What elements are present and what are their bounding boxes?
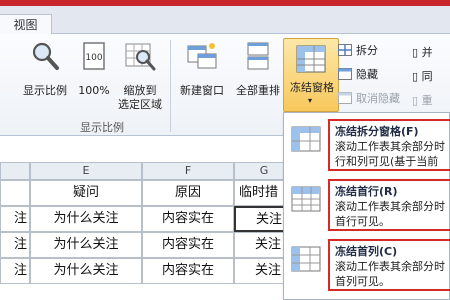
- magnifier-icon: [32, 42, 59, 70]
- zoom-selection-label-2: 选定区域: [118, 98, 162, 111]
- split-button[interactable]: 拆分: [338, 44, 378, 58]
- arrange-all-label: 全部重排: [236, 84, 280, 97]
- freeze-panes-label: 冻结窗格: [290, 81, 334, 94]
- unhide-icon: [338, 92, 352, 104]
- hide-icon: [338, 68, 352, 80]
- column-header-f[interactable]: F: [142, 162, 234, 180]
- menu-item-desc: 滚动工作表其余部分时 首行可见。: [335, 199, 450, 229]
- arrange-all-button[interactable]: 全部重排: [232, 40, 284, 98]
- menu-item-desc-line: 滚动工作表其余部分时: [335, 140, 445, 153]
- zoom-100-label: 100%: [78, 84, 110, 97]
- column-header-e[interactable]: E: [30, 162, 142, 180]
- table-cell[interactable]: 为什么关注: [30, 232, 142, 258]
- chevron-down-icon: ▾: [308, 96, 313, 105]
- ribbon-group-label: 显示比例: [80, 121, 124, 134]
- arrange-all-icon: [247, 42, 269, 70]
- menu-item-desc-line: 首列可见。: [335, 275, 390, 288]
- menu-item-desc-line: 滚动工作表其余部分时: [335, 260, 445, 273]
- menu-item-freeze-top-row[interactable]: 冻结首行(R) 滚动工作表其余部分时 首行可见。: [284, 175, 450, 233]
- table-cell[interactable]: 注: [0, 258, 30, 284]
- table-header-cell[interactable]: 原因: [142, 180, 234, 206]
- side-by-side-button[interactable]: ▯ 并: [412, 44, 433, 60]
- menu-item-desc-line: 行和列可见(基于当前: [335, 155, 439, 168]
- zoom-to-selection-button[interactable]: 缩放到 选定区域: [114, 40, 166, 112]
- unhide-button[interactable]: 取消隐藏: [338, 92, 400, 106]
- sync-scroll-label: 同: [421, 70, 433, 83]
- ribbon-tab-strip: 视图: [0, 6, 450, 36]
- table-cell[interactable]: 为什么关注: [30, 258, 142, 284]
- menu-item-desc-line: 首行可见。: [335, 215, 390, 228]
- table-cell[interactable]: 注: [0, 232, 30, 258]
- ribbon-separator: [170, 40, 171, 132]
- reset-position-label: 重: [421, 94, 433, 107]
- menu-item-freeze-panes[interactable]: 冻结拆分窗格(F) 滚动工作表其余部分时 行和列可见(基于当前: [284, 115, 450, 173]
- freeze-panes-menu: 冻结拆分窗格(F) 滚动工作表其余部分时 行和列可见(基于当前 冻结首行(R) …: [283, 112, 450, 300]
- freeze-column-icon: [291, 246, 321, 272]
- zoom-selection-label-1: 缩放到: [123, 84, 157, 97]
- table-cell[interactable]: 内容实在: [142, 258, 234, 284]
- unhide-label: 取消隐藏: [356, 92, 400, 105]
- zoom-button[interactable]: 显示比例: [18, 40, 72, 98]
- side-by-side-label: 并: [421, 46, 433, 59]
- hide-button[interactable]: 隐藏: [338, 68, 378, 82]
- tab-view[interactable]: 视图: [0, 14, 52, 36]
- menu-item-title: 冻结首行(R): [335, 185, 398, 198]
- reset-position-button[interactable]: ▯ 重: [412, 92, 433, 108]
- freeze-panes-icon: [296, 45, 326, 73]
- freeze-split-icon: [291, 126, 321, 152]
- split-icon: [338, 44, 352, 56]
- table-cell[interactable]: 注: [0, 206, 30, 232]
- menu-item-desc: 滚动工作表其余部分时 首列可见。: [335, 259, 450, 289]
- column-header-d[interactable]: [0, 162, 30, 180]
- table-cell[interactable]: [0, 180, 30, 206]
- menu-item-freeze-first-column[interactable]: 冻结首列(C) 滚动工作表其余部分时 首列可见。: [284, 235, 450, 293]
- svg-text:100: 100: [85, 53, 102, 63]
- hide-label: 隐藏: [356, 68, 378, 81]
- table-cell[interactable]: 内容实在: [142, 232, 234, 258]
- new-window-icon: [187, 43, 217, 69]
- menu-item-title: 冻结首列(C): [335, 245, 398, 258]
- freeze-row-icon: [291, 186, 321, 212]
- table-header-cell[interactable]: 疑问: [30, 180, 142, 206]
- menu-item-title: 冻结拆分窗格(F): [335, 125, 419, 138]
- zoom-selection-icon: [125, 43, 156, 71]
- new-window-label: 新建窗口: [180, 84, 224, 97]
- split-label: 拆分: [356, 44, 378, 57]
- table-cell[interactable]: 内容实在: [142, 206, 234, 232]
- zoom-100-button[interactable]: 100 100%: [76, 40, 112, 98]
- table-cell[interactable]: 为什么关注: [30, 206, 142, 232]
- sync-scroll-button[interactable]: ▯ 同: [412, 68, 433, 84]
- new-window-button[interactable]: 新建窗口: [174, 40, 230, 98]
- zoom-100-icon: 100: [83, 42, 105, 70]
- menu-item-desc: 滚动工作表其余部分时 行和列可见(基于当前: [335, 139, 450, 169]
- zoom-label: 显示比例: [23, 84, 67, 97]
- freeze-panes-button[interactable]: 冻结窗格 ▾: [283, 38, 339, 112]
- menu-item-desc-line: 滚动工作表其余部分时: [335, 200, 445, 213]
